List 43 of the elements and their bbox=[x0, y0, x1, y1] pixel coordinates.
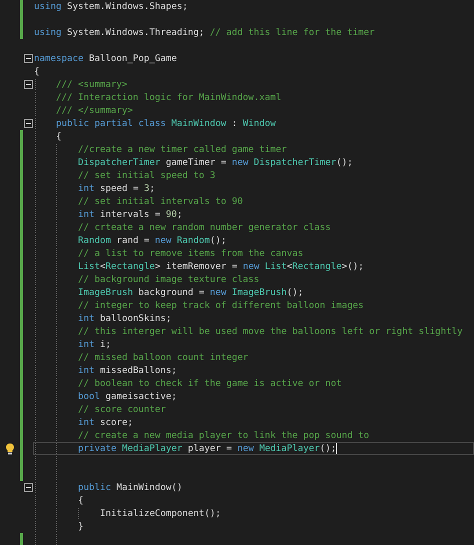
code-line: // crteate a new random number generator class bbox=[78, 222, 331, 232]
code-line: int missedBallons; bbox=[78, 366, 177, 376]
code-line: using System.Windows.Shapes; bbox=[34, 2, 188, 12]
code-line: ImageBrush background = new ImageBrush(); bbox=[78, 288, 304, 298]
collapse-icon[interactable] bbox=[24, 54, 32, 63]
code-line: List<Rectangle> itemRemover = new List<Rectangle>(); bbox=[78, 262, 364, 272]
code-line: /// </summary> bbox=[56, 106, 133, 116]
code-line: // score counter bbox=[78, 404, 166, 414]
code-line: bool gameisactive; bbox=[78, 392, 177, 402]
code-line: { bbox=[78, 496, 84, 506]
lightbulb-icon[interactable] bbox=[5, 442, 15, 454]
code-line: private MediaPlayer player = new MediaPlayer(); bbox=[78, 444, 336, 454]
code-line: /// Interaction logic for MainWindow.xaml bbox=[56, 92, 282, 102]
collapse-icon[interactable] bbox=[24, 80, 32, 89]
code-line: public partial class MainWindow : Window bbox=[56, 118, 276, 128]
code-line: // boolean to check if the game is active or not bbox=[78, 378, 342, 388]
code-line: // this interger will be used move the balloons left or right slightly bbox=[78, 326, 463, 336]
code-line: InitializeComponent(); bbox=[100, 508, 221, 518]
code-line: int score; bbox=[78, 418, 133, 428]
code-line: { bbox=[34, 66, 40, 76]
text-cursor bbox=[336, 443, 338, 454]
code-line: Random rand = new Random(); bbox=[78, 236, 226, 246]
code-line: // background image texture class bbox=[78, 274, 260, 284]
code-line: int i; bbox=[78, 340, 111, 350]
code-line: { bbox=[56, 132, 62, 142]
code-line: int intervals = 90; bbox=[78, 210, 182, 220]
code-line: DispatcherTimer gameTimer = new DispatcherTimer(); bbox=[78, 158, 353, 168]
code-line: // integer to keep track of different balloon images bbox=[78, 300, 364, 310]
collapse-icon[interactable] bbox=[24, 119, 32, 128]
code-line: // set initial intervals to 90 bbox=[78, 196, 243, 206]
code-line: int balloonSkins; bbox=[78, 314, 172, 324]
collapse-icon[interactable] bbox=[24, 483, 32, 492]
code-line: } bbox=[78, 522, 84, 532]
code-line: // a list to remove items from the canvas bbox=[78, 248, 304, 258]
code-line: // missed balloon count integer bbox=[78, 352, 248, 362]
code-line: namespace Balloon_Pop_Game bbox=[34, 54, 177, 64]
code-line: public MainWindow() bbox=[78, 482, 182, 492]
code-line: // set initial speed to 3 bbox=[78, 170, 216, 180]
code-line: using System.Windows.Threading; // add this line for the timer bbox=[34, 28, 375, 38]
code-line: //create a new timer called game timer bbox=[78, 144, 287, 154]
code-line: /// <summary> bbox=[56, 80, 128, 90]
code-line: // create a new media player to link the pop sound to bbox=[78, 430, 370, 440]
code-line: int speed = 3; bbox=[78, 184, 155, 194]
